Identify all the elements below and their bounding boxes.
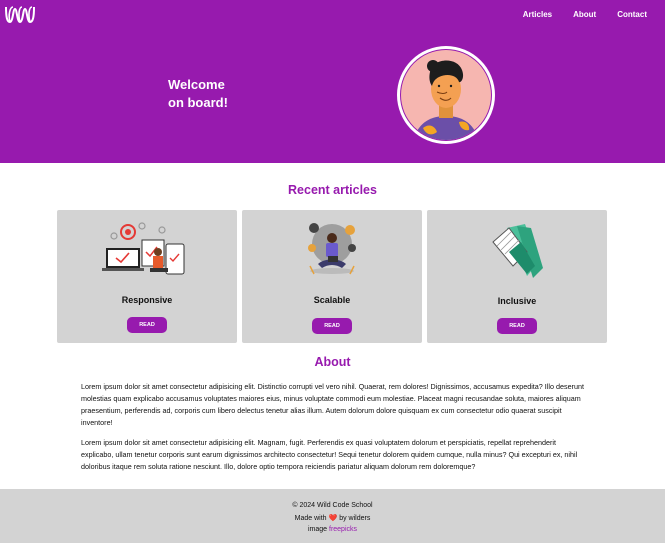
article-card-inclusive: Inclusive READ [427,210,607,343]
welcome-line-1: Welcome [168,77,225,92]
nav-link-contact[interactable]: Contact [617,10,647,19]
footer-image-credit: image freepicks [0,526,665,533]
read-button-responsive[interactable]: READ [127,317,167,333]
footer-made-suffix: by wilders [339,515,371,522]
article-title-scalable: Scalable [313,295,351,305]
about-paragraph-1: Lorem ipsum dolor sit amet consectetur a… [81,382,584,427]
article-title-responsive: Responsive [121,295,173,305]
article-card-scalable: Scalable READ [242,210,422,343]
avatar [397,46,495,144]
wavy-w-logo[interactable] [4,3,36,25]
about-title: About [314,355,351,369]
footer-made-prefix: Made with [294,515,327,522]
footer-made-with: Made with ❤️ by wilders [0,514,665,522]
read-button-inclusive[interactable]: READ [497,318,537,334]
freepicks-link[interactable]: freepicks [329,526,357,533]
scalable-meditation-illustration [242,218,422,278]
nav-link-about[interactable]: About [573,10,596,19]
article-card-responsive: Responsive READ [57,210,237,343]
main-nav: Articles About Contact [502,10,647,19]
about-paragraph-2: Lorem ipsum dolor sit amet consectetur a… [81,438,578,471]
nav-link-articles[interactable]: Articles [523,10,552,19]
read-button-scalable[interactable]: READ [312,318,352,334]
heart-icon: ❤️ [328,515,338,522]
hero-header: Articles About Contact Welcome on board! [0,0,665,163]
responsive-devices-illustration [57,222,237,278]
recent-articles-title: Recent articles [288,183,377,197]
article-title-inclusive: Inclusive [497,296,537,306]
welcome-line-2: on board! [168,95,228,110]
welcome-heading: Welcome on board! [168,76,228,112]
footer-copyright: © 2024 Wild Code School [292,502,373,509]
footer: © 2024 Wild Code School Made with ❤️ by … [0,489,665,543]
inclusive-hands-illustration [427,222,607,280]
articles-grid: Responsive READ Scalable READ Inclusive … [57,210,607,343]
footer-image-prefix: image [307,526,328,533]
